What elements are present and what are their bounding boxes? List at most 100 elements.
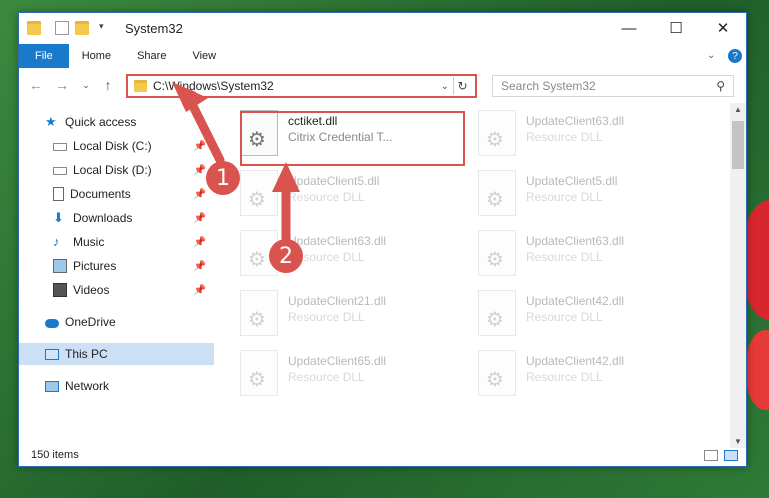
new-folder-icon[interactable] — [75, 21, 89, 35]
network-icon — [45, 380, 59, 392]
file-item[interactable]: ⚙ UpdateClient63.dll Resource DLL — [478, 110, 703, 166]
star-icon: ★ — [45, 114, 57, 129]
pin-icon[interactable]: 📌 — [194, 285, 206, 296]
file-item[interactable]: ⚙ UpdateClient63.dll Resource DLL — [478, 230, 703, 286]
file-type: Resource DLL — [288, 370, 365, 384]
tab-view[interactable]: View — [179, 44, 229, 68]
sidebar-item-label: Documents — [70, 187, 131, 201]
sidebar-item-documents[interactable]: Documents 📌 — [19, 183, 214, 205]
dll-file-icon: ⚙ — [478, 290, 516, 336]
sidebar-item-music[interactable]: ♪ Music 📌 — [19, 231, 214, 253]
file-item[interactable]: ⚙ UpdateClient42.dll Resource DLL — [478, 350, 703, 406]
gear-icon: ⚙ — [248, 369, 266, 391]
recent-locations-icon[interactable]: ⌄ — [77, 75, 95, 95]
dll-file-icon: ⚙ — [478, 110, 516, 156]
step-badge-2: 2 — [269, 239, 303, 273]
details-view-icon[interactable] — [704, 449, 718, 461]
help-icon[interactable]: ? — [728, 49, 742, 63]
sidebar-item-label: Pictures — [73, 259, 117, 273]
sidebar-item-videos[interactable]: Videos 📌 — [19, 279, 214, 301]
videos-icon — [53, 283, 67, 297]
window-title: System32 — [125, 20, 183, 36]
dll-file-icon: ⚙ — [478, 170, 516, 216]
minimize-button[interactable]: — — [606, 13, 652, 43]
tab-file[interactable]: File — [19, 44, 69, 68]
downloads-icon: ⬇ — [53, 210, 64, 225]
computer-icon — [45, 348, 59, 360]
sidebar-item-quick-access[interactable]: ★ Quick access — [19, 111, 214, 133]
file-type: Resource DLL — [526, 310, 603, 324]
maximize-button[interactable]: ☐ — [653, 13, 699, 43]
close-button[interactable]: ✕ — [700, 13, 746, 43]
scrollbar-thumb[interactable] — [732, 121, 744, 169]
qat-dropdown-icon[interactable]: ▾ — [99, 21, 113, 35]
pin-icon[interactable]: 📌 — [194, 165, 206, 176]
file-name: UpdateClient65.dll — [288, 354, 387, 368]
file-name: UpdateClient42.dll — [526, 294, 625, 308]
pin-icon[interactable]: 📌 — [194, 213, 206, 224]
sidebar-item-local-disk-d[interactable]: Local Disk (D:) 📌 — [19, 159, 214, 181]
sidebar-item-label: OneDrive — [65, 315, 116, 329]
address-dropdown-icon[interactable]: ⌄ — [441, 81, 449, 92]
address-path[interactable]: C:\Windows\System32 — [153, 79, 274, 93]
gear-icon: ⚙ — [486, 129, 504, 151]
large-icons-view-icon[interactable] — [724, 449, 738, 461]
search-input[interactable]: Search System32 ⚲ — [492, 75, 734, 97]
pin-icon[interactable]: 📌 — [194, 261, 206, 272]
gear-icon: ⚙ — [248, 249, 266, 271]
sidebar-item-local-disk-c[interactable]: Local Disk (C:) 📌 — [19, 135, 214, 157]
file-item[interactable]: ⚙ UpdateClient65.dll Resource DLL — [240, 350, 465, 406]
properties-icon[interactable] — [55, 21, 69, 35]
forward-icon[interactable]: → — [53, 75, 71, 95]
file-name: UpdateClient63.dll — [526, 114, 625, 128]
sidebar-item-label: Network — [65, 379, 110, 393]
selected-file-highlight — [240, 111, 465, 166]
refresh-icon[interactable]: ↻ — [453, 77, 471, 95]
ribbon-tabs: File Home Share View ⌄ ? — [19, 44, 746, 68]
expand-ribbon-icon[interactable]: ⌄ — [707, 50, 715, 61]
tab-home[interactable]: Home — [69, 44, 124, 68]
documents-icon — [53, 187, 64, 201]
sidebar-item-label: This PC — [65, 347, 108, 361]
pin-icon[interactable]: 📌 — [194, 237, 206, 248]
sidebar-item-network[interactable]: Network — [19, 375, 214, 397]
explorer-window: ▾ System32 — ☐ ✕ File Home Share View ⌄ … — [18, 12, 747, 467]
file-item[interactable]: ⚙ UpdateClient5.dll Resource DLL — [478, 170, 703, 226]
file-item[interactable]: ⚙ UpdateClient5.dll Resource DLL — [240, 170, 465, 226]
file-name: UpdateClient21.dll — [288, 294, 387, 308]
step-badge-1: 1 — [206, 161, 240, 195]
scroll-up-icon[interactable]: ▲ — [734, 105, 742, 114]
sidebar-item-label: Local Disk (C:) — [73, 139, 152, 153]
sidebar-item-this-pc[interactable]: This PC — [19, 343, 214, 365]
tab-share[interactable]: Share — [124, 44, 179, 68]
file-name: UpdateClient63.dll — [288, 234, 387, 248]
file-type: Resource DLL — [526, 130, 603, 144]
sidebar-item-pictures[interactable]: Pictures 📌 — [19, 255, 214, 277]
address-bar-row: ← → ⌄ ↑ C:\Windows\System32 ⌄ ↻ Search S… — [19, 73, 746, 99]
file-item[interactable]: ⚙ UpdateClient42.dll Resource DLL — [478, 290, 703, 346]
drive-icon — [53, 143, 67, 151]
file-type: Resource DLL — [288, 310, 365, 324]
dll-file-icon: ⚙ — [478, 230, 516, 276]
file-type: Resource DLL — [288, 190, 365, 204]
gear-icon: ⚙ — [486, 249, 504, 271]
up-icon[interactable]: ↑ — [99, 75, 117, 95]
navigation-pane: ★ Quick access Local Disk (C:) 📌 Local D… — [19, 108, 214, 448]
pin-icon[interactable]: 📌 — [194, 189, 206, 200]
back-icon[interactable]: ← — [27, 75, 45, 95]
sidebar-item-label: Downloads — [73, 211, 133, 225]
dll-file-icon: ⚙ — [478, 350, 516, 396]
file-name: UpdateClient63.dll — [526, 234, 625, 248]
address-bar[interactable]: C:\Windows\System32 ⌄ ↻ — [126, 74, 477, 98]
vertical-scrollbar[interactable]: ▲ ▼ — [730, 103, 746, 448]
search-placeholder: Search System32 — [501, 79, 596, 93]
sidebar-item-onedrive[interactable]: OneDrive — [19, 311, 214, 333]
sidebar-item-downloads[interactable]: ⬇ Downloads 📌 — [19, 207, 214, 229]
sidebar-item-label: Videos — [73, 283, 110, 297]
item-count: 150 items — [31, 449, 79, 461]
gear-icon: ⚙ — [486, 189, 504, 211]
cloud-icon — [45, 319, 59, 328]
pictures-icon — [53, 259, 67, 273]
pin-icon[interactable]: 📌 — [194, 141, 206, 152]
file-item[interactable]: ⚙ UpdateClient21.dll Resource DLL — [240, 290, 465, 346]
